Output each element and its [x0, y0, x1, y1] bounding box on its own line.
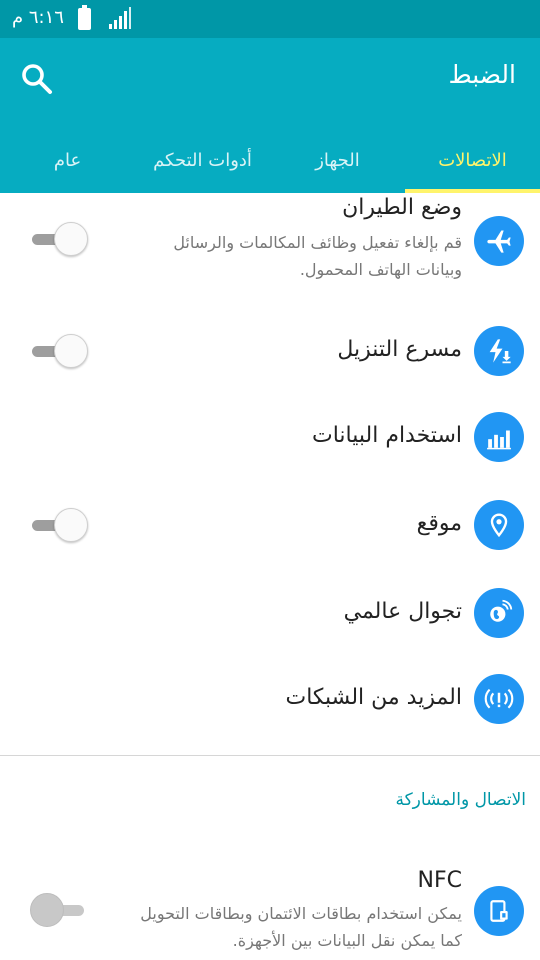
tab-bar: الاتصالات الجهاز أدوات التحكم عام [0, 128, 540, 193]
nfc-toggle[interactable] [30, 892, 88, 928]
battery-full-icon [78, 5, 91, 30]
globe-icon [474, 588, 524, 638]
section-divider [0, 755, 540, 756]
antenna-icon [474, 674, 524, 724]
page-title: الضبط [448, 60, 516, 89]
airplane-icon [474, 216, 524, 266]
tab-connections[interactable]: الاتصالات [405, 128, 540, 193]
setting-description: قم بإلغاء تفعيل وظائف المكالمات والرسائل… [173, 233, 462, 279]
setting-location[interactable]: موقع [0, 489, 540, 561]
setting-title: المزيد من الشبكات [285, 685, 462, 710]
setting-title: مسرع التنزيل [337, 337, 462, 362]
setting-title: تجوال عالمي [343, 599, 462, 624]
download-booster-icon [474, 326, 524, 376]
app-header: الضبط الاتصالات الجهاز أدوات التحكم عام [0, 38, 540, 193]
setting-global-roaming[interactable]: تجوال عالمي [0, 577, 540, 649]
signal-bars-icon [109, 7, 131, 29]
toggle-thumb [54, 222, 88, 256]
toggle-thumb [30, 893, 64, 927]
status-bar: ٦:١٦ م [0, 0, 540, 38]
status-time: ٦:١٦ م [12, 7, 64, 28]
section-header-connect-share: الاتصال والمشاركة [395, 790, 526, 810]
toggle-thumb [54, 508, 88, 542]
setting-more-networks[interactable]: المزيد من الشبكات [0, 663, 540, 735]
tab-device[interactable]: الجهاز [270, 128, 405, 193]
setting-airplane-mode[interactable]: وضع الطيران قم بإلغاء تفعيل وظائف المكال… [0, 193, 540, 303]
download-booster-toggle[interactable] [30, 333, 88, 369]
setting-description: يمكن استخدام بطاقات الائتمان وبطاقات الت… [140, 904, 462, 950]
setting-data-usage[interactable]: استخدام البيانات [0, 401, 540, 473]
search-icon[interactable] [20, 62, 54, 96]
setting-nfc[interactable]: NFC يمكن استخدام بطاقات الائتمان وبطاقات… [0, 860, 540, 960]
tab-controls[interactable]: أدوات التحكم [135, 128, 270, 193]
airplane-mode-toggle[interactable] [30, 221, 88, 257]
setting-title: NFC [417, 868, 462, 893]
setting-title: وضع الطيران [342, 195, 462, 220]
nfc-icon [474, 886, 524, 936]
toggle-thumb [54, 334, 88, 368]
location-pin-icon [474, 500, 524, 550]
location-toggle[interactable] [30, 507, 88, 543]
bar-chart-icon [474, 412, 524, 462]
setting-title: موقع [416, 511, 462, 536]
setting-title: استخدام البيانات [312, 423, 462, 448]
setting-download-booster[interactable]: مسرع التنزيل [0, 315, 540, 387]
tab-general[interactable]: عام [0, 128, 135, 193]
